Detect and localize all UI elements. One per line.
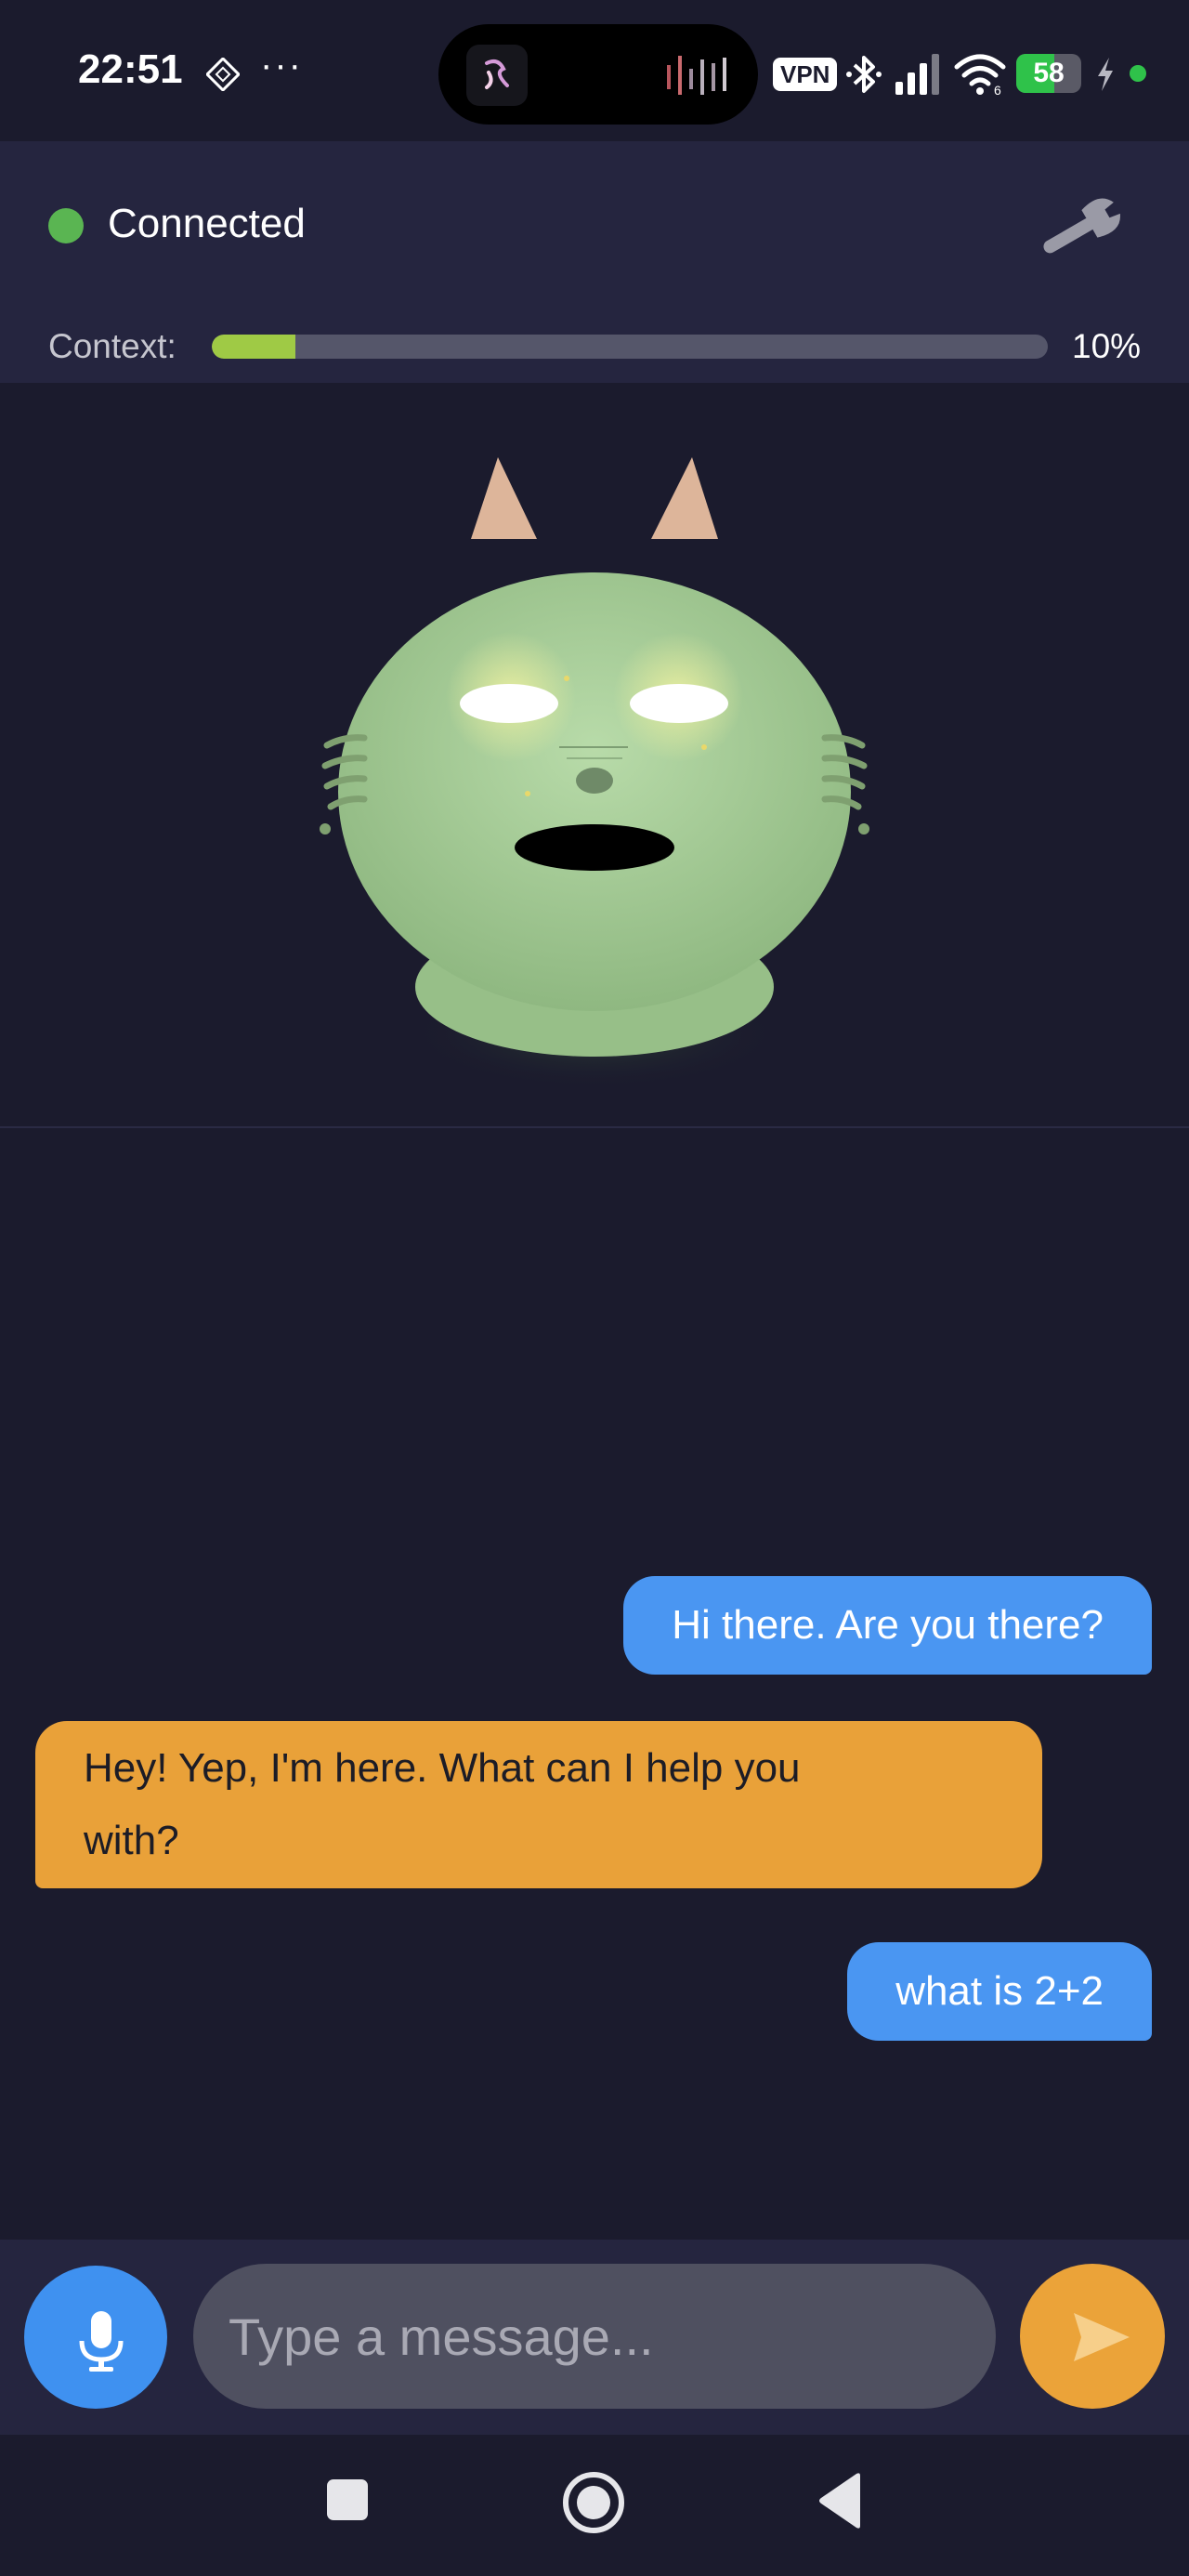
message-text-line: Hey! Yep, I'm here. What can I help you xyxy=(84,1745,801,1791)
more-dots-icon: ··· xyxy=(260,45,303,85)
message-text: Hi there. Are you there? xyxy=(672,1602,1104,1648)
right-ear xyxy=(651,457,718,539)
context-progress-fill xyxy=(212,335,295,359)
send-icon xyxy=(1074,2313,1130,2361)
signal-icon xyxy=(895,54,939,95)
message-composer xyxy=(0,2240,1189,2435)
dynamic-island[interactable] xyxy=(438,24,758,125)
send-button[interactable] xyxy=(1020,2264,1165,2409)
system-nav-bar xyxy=(0,2435,1189,2576)
back-triangle-icon[interactable] xyxy=(816,2472,864,2530)
grid-icon xyxy=(206,58,240,91)
avatar-area xyxy=(0,383,1189,1128)
wifi-icon: 6 xyxy=(954,54,1006,97)
context-percent: 10% xyxy=(1072,327,1142,365)
user-message-bubble[interactable]: what is 2+2 xyxy=(847,1942,1152,2041)
connection-status-label: Connected xyxy=(108,201,306,246)
microphone-button[interactable] xyxy=(24,2266,167,2409)
chat-messages: Hi there. Are you there? Hey! Yep, I'm h… xyxy=(0,1128,1189,2240)
connection-status-dot xyxy=(48,208,84,243)
battery-icon: 58 xyxy=(1016,54,1081,93)
mouth xyxy=(515,824,674,871)
svg-text:6: 6 xyxy=(994,83,1001,97)
audio-wave-icon xyxy=(667,56,726,95)
nose xyxy=(576,768,613,794)
left-eye xyxy=(460,684,558,723)
bluetooth-icon xyxy=(846,56,882,93)
right-eye xyxy=(630,684,728,723)
cat-avatar-icon xyxy=(320,457,869,1089)
charging-icon xyxy=(1098,58,1113,91)
user-message-bubble[interactable]: Hi there. Are you there? xyxy=(623,1576,1152,1675)
app-header: Connected Context: 10% xyxy=(0,141,1189,383)
context-label: Context: xyxy=(48,327,176,365)
battery-percent: 58 xyxy=(1033,58,1065,88)
context-progress-bar xyxy=(212,335,1048,359)
assistant-message-bubble[interactable]: Hey! Yep, I'm here. What can I help you … xyxy=(35,1721,1042,1888)
message-text-line: with? xyxy=(84,1818,179,1863)
island-app-icon xyxy=(466,45,528,106)
message-text: what is 2+2 xyxy=(895,1968,1104,2014)
notification-dot xyxy=(1130,65,1146,82)
vpn-badge: VPN xyxy=(773,58,838,91)
wrench-icon[interactable] xyxy=(1033,191,1126,266)
message-input[interactable] xyxy=(193,2264,996,2409)
recents-square-icon[interactable] xyxy=(325,2477,370,2522)
home-circle-icon[interactable] xyxy=(561,2470,626,2535)
left-ear xyxy=(471,457,537,539)
status-time: 22:51 xyxy=(78,46,183,92)
microphone-icon xyxy=(79,2311,124,2372)
status-bar: 22:51 ··· VPN 6 58 xyxy=(0,0,1189,141)
